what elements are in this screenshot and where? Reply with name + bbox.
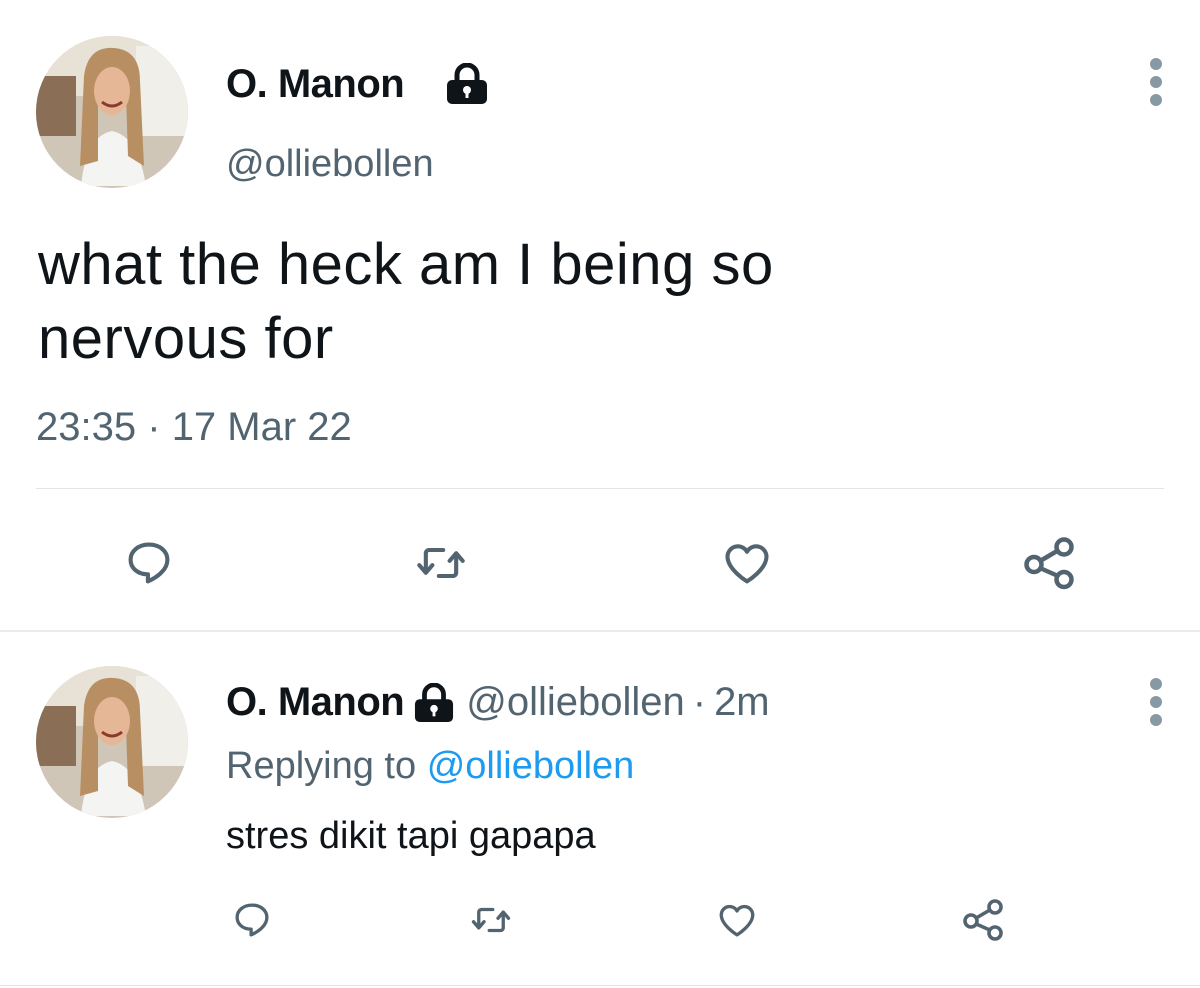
- heart-icon: [725, 544, 769, 584]
- more-dot: [1150, 94, 1162, 106]
- more-dot: [1150, 714, 1162, 726]
- lock-icon: [444, 62, 490, 110]
- handle[interactable]: @olliebollen: [226, 143, 434, 186]
- timestamp[interactable]: 23:35 · 17 Mar 22: [36, 405, 352, 450]
- share-button[interactable]: [1018, 532, 1080, 592]
- reply-icon: [128, 542, 170, 584]
- tweet-text: what the heck am I being so nervous for: [38, 228, 774, 376]
- tweet-separator: [0, 630, 1200, 632]
- tweet-text-line-1: what the heck am I being so: [38, 232, 774, 297]
- reply-like-button[interactable]: [714, 899, 760, 941]
- reply-more-icon[interactable]: [1146, 678, 1166, 726]
- reply-display-name[interactable]: O. Manon: [226, 680, 405, 725]
- more-dot: [1150, 76, 1162, 88]
- more-dot: [1150, 696, 1162, 708]
- reply-time[interactable]: 2m: [714, 680, 770, 725]
- reply-text: stres dikit tapi gapapa: [226, 815, 596, 858]
- share-icon: [963, 899, 1003, 941]
- tweet-text-line-2: nervous for: [38, 306, 334, 371]
- reply-icon: [235, 903, 269, 937]
- replying-to: Replying to @olliebollen: [226, 745, 634, 788]
- reply-button[interactable]: [121, 537, 177, 589]
- reply-reply-button[interactable]: [229, 899, 275, 941]
- reply-retweet-button[interactable]: [468, 899, 514, 941]
- reply-separator: ·: [692, 680, 707, 724]
- reply-text-content: stres dikit tapi gapapa: [226, 815, 596, 857]
- retweet-icon: [471, 907, 511, 933]
- timestamp-separator: ·: [147, 405, 161, 449]
- reply-header: O. Manon @olliebollen · 2m: [226, 680, 770, 725]
- heart-icon: [719, 904, 755, 937]
- reply-handle[interactable]: @olliebollen: [466, 680, 685, 725]
- lock-icon: [412, 682, 456, 723]
- like-button[interactable]: [718, 537, 776, 589]
- reply-share-button[interactable]: [958, 895, 1008, 943]
- tweet-date[interactable]: 17 Mar 22: [172, 405, 352, 449]
- more-dot: [1150, 58, 1162, 70]
- share-icon: [1024, 537, 1074, 590]
- tweet-time[interactable]: 23:35: [36, 405, 136, 449]
- divider: [36, 488, 1164, 489]
- replying-to-link[interactable]: @olliebollen: [427, 745, 635, 787]
- handle-text[interactable]: @olliebollen: [226, 143, 434, 185]
- reply-avatar[interactable]: [36, 666, 188, 818]
- bottom-divider: [0, 985, 1200, 986]
- display-name-text[interactable]: O. Manon: [226, 62, 405, 106]
- avatar[interactable]: [36, 36, 188, 188]
- replying-to-label: Replying to: [226, 745, 417, 787]
- retweet-icon: [417, 547, 465, 579]
- more-dot: [1150, 678, 1162, 690]
- more-icon[interactable]: [1146, 58, 1166, 106]
- display-name[interactable]: O. Manon: [226, 62, 405, 107]
- retweet-button[interactable]: [413, 537, 469, 589]
